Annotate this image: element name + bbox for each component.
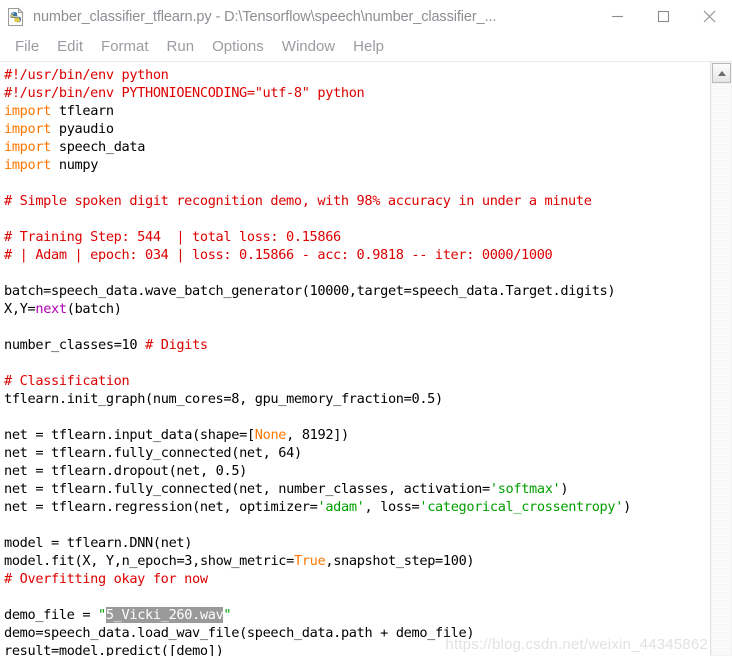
menu-bar: File Edit Format Run Options Window Help [0,33,732,62]
menu-item-format[interactable]: Format [92,33,158,61]
window-controls [594,0,732,33]
python-file-icon [6,6,26,27]
menu-item-help[interactable]: Help [344,33,393,61]
close-button[interactable] [686,0,732,33]
title-bar: number_classifier_tflearn.py - D:\Tensor… [0,0,732,33]
menu-item-run[interactable]: Run [158,33,204,61]
minimize-button[interactable] [594,0,640,33]
menu-item-edit[interactable]: Edit [48,33,92,61]
vertical-scrollbar[interactable] [710,62,732,656]
maximize-button[interactable] [640,0,686,33]
menu-item-options[interactable]: Options [203,33,273,61]
triangle-up-icon [717,70,726,76]
code-text-area[interactable]: #!/usr/bin/env python #!/usr/bin/env PYTH… [0,62,710,656]
source-code[interactable]: #!/usr/bin/env python #!/usr/bin/env PYTH… [4,66,710,656]
menu-item-file[interactable]: File [6,33,48,61]
editor-region: #!/usr/bin/env python #!/usr/bin/env PYTH… [0,62,732,656]
scrollbar-track[interactable] [712,84,731,655]
scroll-up-button[interactable] [712,63,731,83]
idle-editor-window: number_classifier_tflearn.py - D:\Tensor… [0,0,732,656]
window-title: number_classifier_tflearn.py - D:\Tensor… [33,8,497,25]
menu-item-window[interactable]: Window [273,33,344,61]
